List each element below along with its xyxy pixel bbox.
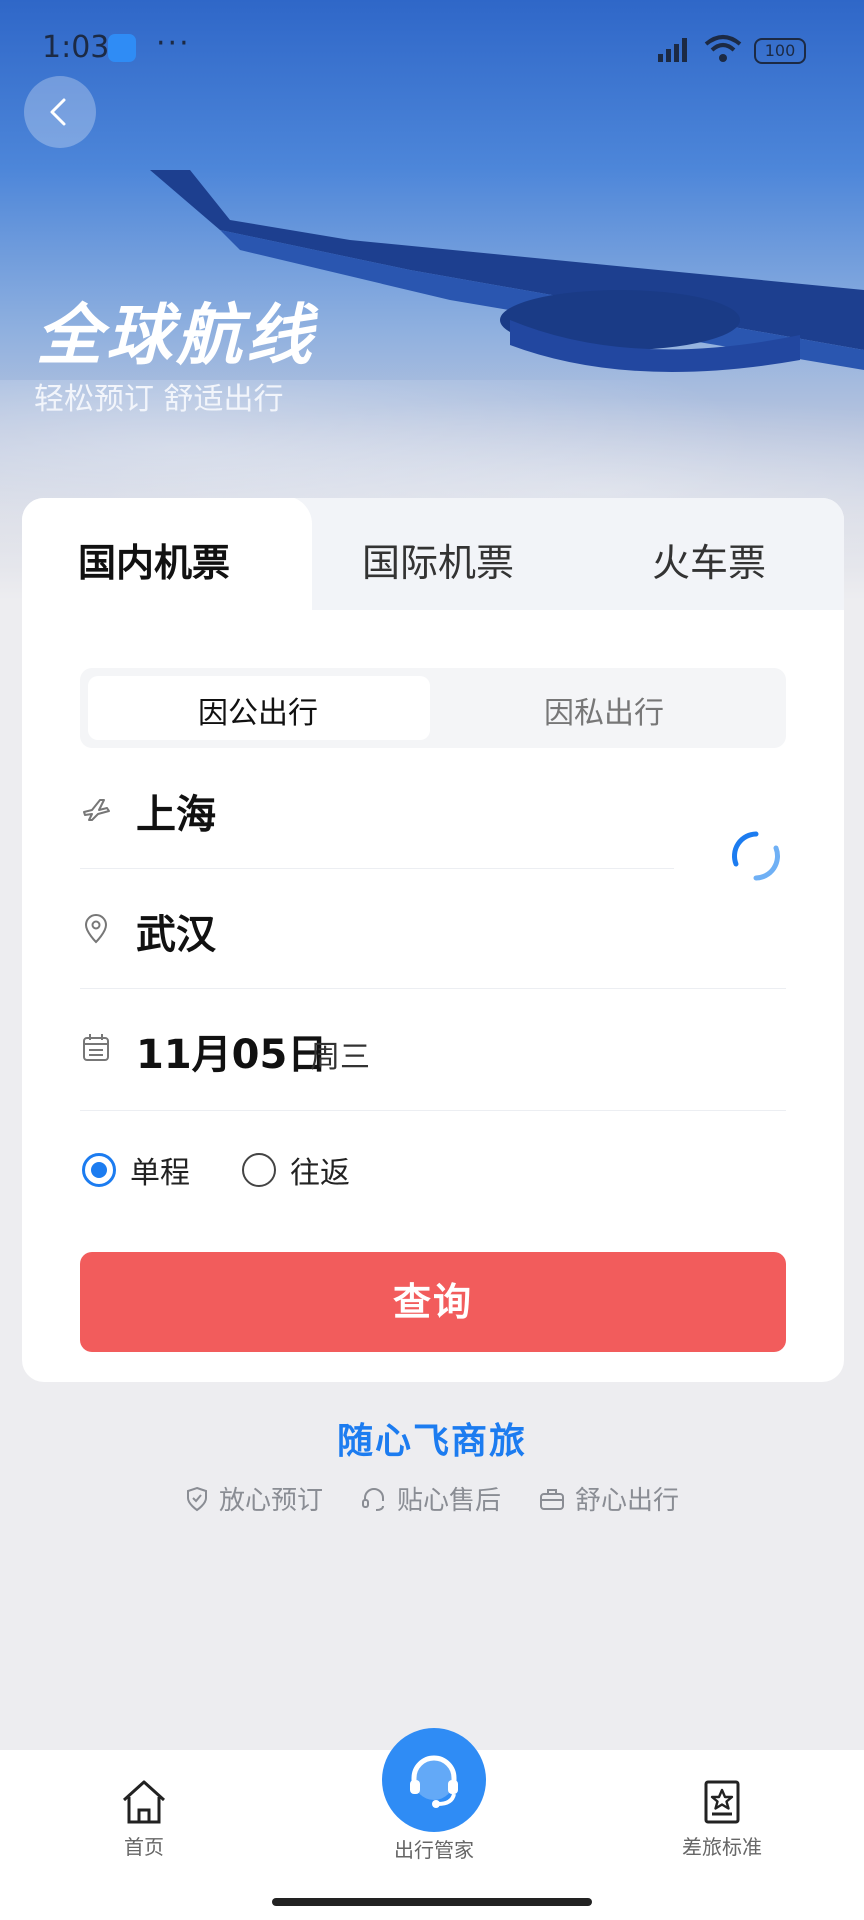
battery-icon: 100 — [754, 38, 806, 64]
tab-train-tickets[interactable]: 火车票 — [652, 532, 766, 587]
back-button[interactable] — [24, 76, 96, 148]
home-icon — [122, 1780, 166, 1824]
nav-home[interactable]: 首页 — [112, 1778, 176, 1860]
status-bar: 1:03 ··· 100 — [0, 26, 864, 70]
calendar-icon — [83, 1034, 109, 1061]
brand-features: 放心预订 贴心售后 舒心出行 — [0, 1480, 864, 1517]
home-indicator — [272, 1898, 592, 1906]
tab-international-flights[interactable]: 国际机票 — [362, 532, 514, 587]
divider — [80, 868, 674, 869]
feature-label: 放心预订 — [218, 1486, 323, 1516]
feature-item: 贴心售后 — [361, 1480, 501, 1517]
hero-title: 全球航线 — [36, 297, 316, 374]
search-button[interactable]: 查询 — [80, 1252, 786, 1352]
chevron-left-icon — [50, 98, 66, 126]
arrival-city: 武汉 — [136, 912, 216, 958]
nav-travel-policy-label: 差旅标准 — [682, 1835, 762, 1859]
star-book-icon — [704, 1780, 740, 1824]
divider — [80, 988, 786, 989]
booking-card: 国内机票 国际机票 火车票 因公出行 因私出行 上海 武汉 11月05日 周三 … — [22, 498, 844, 1382]
nav-travel-butler-label-wrap[interactable]: 出行管家 — [388, 1834, 480, 1863]
status-time: 1:03 — [42, 30, 110, 65]
wifi-icon — [704, 35, 742, 62]
nav-travel-butler-button[interactable] — [382, 1728, 486, 1832]
signal-icon — [658, 38, 687, 62]
radio-selected-icon — [82, 1153, 116, 1187]
tab-domestic-flights[interactable]: 国内机票 — [78, 532, 230, 587]
plane-icon — [83, 799, 110, 821]
brand-name: 随心飞商旅 — [336, 1421, 527, 1462]
briefcase-icon — [540, 1488, 564, 1510]
location-pin-icon — [84, 914, 108, 944]
hero-subtitle: 轻松预订 舒适出行 — [34, 382, 284, 417]
segment-business-travel[interactable]: 因公出行 — [198, 688, 318, 732]
trip-round-trip-radio[interactable]: 往返 — [242, 1148, 350, 1192]
ticket-type-tabs: 国内机票 国际机票 火车票 — [22, 498, 844, 612]
departure-date: 11月05日 — [136, 1032, 328, 1078]
nav-travel-butler-label: 出行管家 — [394, 1838, 474, 1862]
nav-home-label: 首页 — [124, 1835, 164, 1859]
nav-travel-policy[interactable]: 差旅标准 — [676, 1778, 768, 1860]
divider — [80, 1110, 786, 1111]
trip-one-way-radio[interactable]: 单程 — [82, 1148, 190, 1192]
departure-weekday: 周三 — [310, 1040, 370, 1075]
swap-cities-icon[interactable] — [728, 828, 784, 884]
more-notifications-icon: ··· — [156, 26, 191, 61]
feature-label: 舒心出行 — [575, 1486, 680, 1516]
travel-purpose-segment: 因公出行 因私出行 — [80, 668, 786, 748]
feature-item: 舒心出行 — [539, 1480, 679, 1517]
feature-label: 贴心售后 — [396, 1486, 501, 1516]
round-trip-label: 往返 — [290, 1156, 350, 1191]
headset-icon — [361, 1487, 384, 1511]
departure-city: 上海 — [136, 792, 216, 838]
shield-icon — [186, 1486, 207, 1511]
one-way-label: 单程 — [130, 1156, 190, 1191]
headset-icon — [410, 1755, 458, 1808]
radio-unselected-icon — [242, 1153, 276, 1187]
feature-item: 放心预订 — [185, 1480, 323, 1517]
app-notification-icon — [108, 34, 136, 62]
segment-personal-travel[interactable]: 因私出行 — [544, 688, 664, 732]
